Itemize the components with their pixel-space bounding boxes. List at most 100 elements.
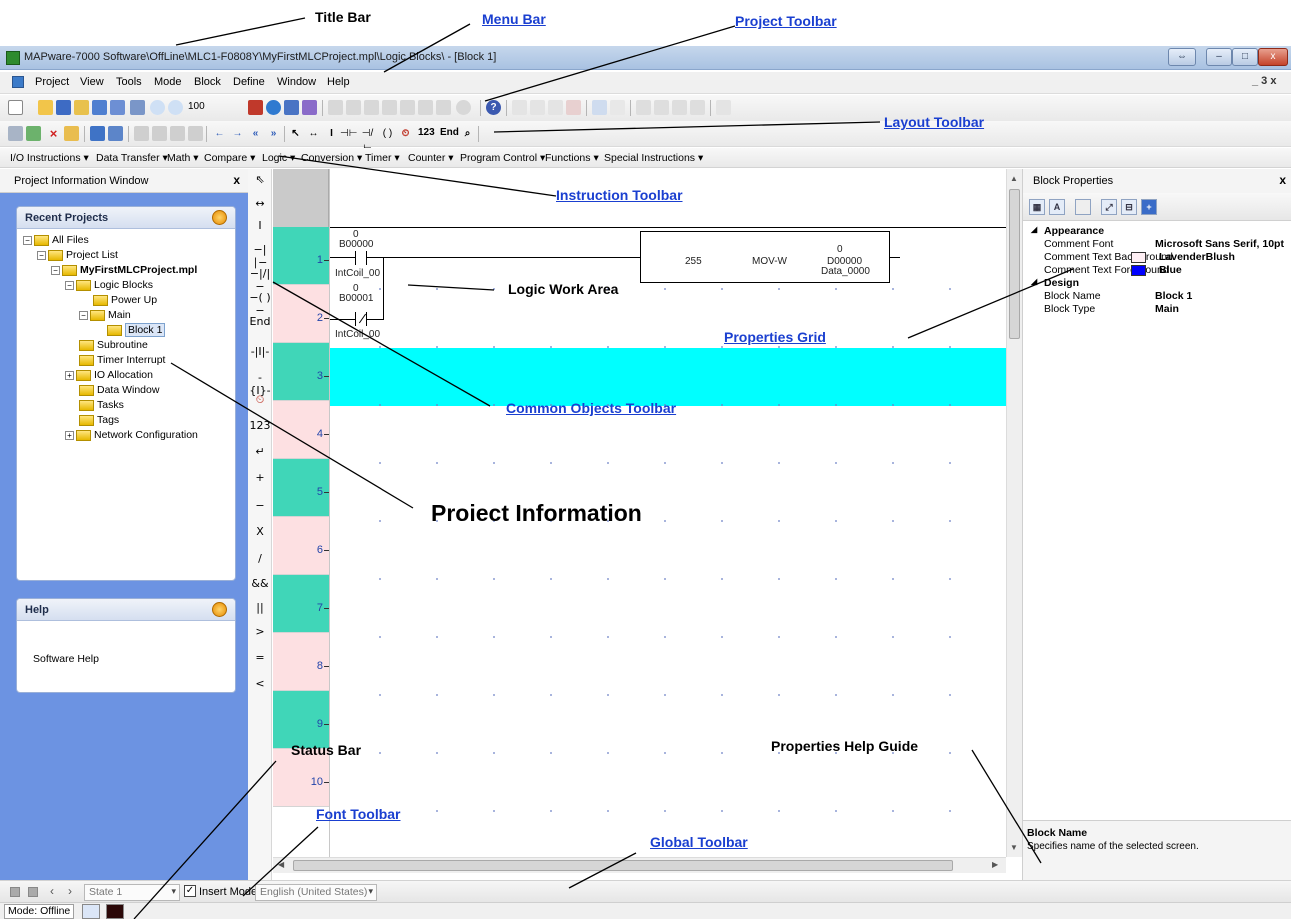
instr-special-instructions[interactable]: Special Instructions ▾ xyxy=(604,152,703,164)
disabled-tool-2-icon[interactable] xyxy=(152,126,167,141)
fill-icon[interactable] xyxy=(328,100,343,115)
common-object-tool[interactable]: I xyxy=(248,219,272,232)
monitor-icon[interactable] xyxy=(284,100,299,115)
disabled-tool-1-icon[interactable] xyxy=(134,126,149,141)
common-object-tool[interactable]: || xyxy=(248,601,272,614)
property-pages-icon[interactable] xyxy=(1075,199,1091,215)
tree-item[interactable]: Power Up xyxy=(93,294,157,308)
arrow-right-icon[interactable]: → xyxy=(230,126,245,141)
close-project-icon[interactable] xyxy=(74,100,89,115)
collapse-triangle-icon[interactable]: ◢ xyxy=(1031,277,1037,286)
horizontal-scrollbar[interactable]: ◀ ▶ xyxy=(273,857,1006,873)
instr-io-instructions[interactable]: I/O Instructions ▾ xyxy=(10,152,89,164)
scroll-right-icon[interactable]: ▶ xyxy=(992,860,998,869)
annotation-common-objects-toolbar[interactable]: Common Objects Toolbar xyxy=(506,400,676,416)
save-icon[interactable] xyxy=(56,100,71,115)
download-icon[interactable] xyxy=(92,100,107,115)
disabled-tool-3-icon[interactable] xyxy=(170,126,185,141)
tree-item[interactable]: Tasks xyxy=(79,399,124,413)
zoom-level[interactable]: 100 xyxy=(188,101,205,112)
end-tool[interactable]: End xyxy=(440,127,459,138)
help-icon[interactable]: ? xyxy=(486,100,501,115)
scroll-left-icon[interactable]: ◀ xyxy=(278,860,284,869)
common-object-tool[interactable]: End xyxy=(248,315,272,328)
pointer-icon[interactable] xyxy=(436,100,451,115)
common-object-tool[interactable]: ↔ xyxy=(248,197,272,210)
color-swatch[interactable] xyxy=(1131,252,1146,263)
property-value[interactable]: Blue xyxy=(1159,264,1182,276)
coil-icon[interactable]: ( ) xyxy=(380,126,395,141)
menu-block[interactable]: Block xyxy=(194,76,221,88)
maximize-button[interactable]: □ xyxy=(1232,48,1258,66)
collapse-tree-icon[interactable]: − xyxy=(65,280,74,290)
tree-item[interactable]: Subroutine xyxy=(79,339,148,353)
common-object-tool[interactable]: ⇖ xyxy=(248,173,272,186)
tree-item[interactable]: Block 1 xyxy=(107,323,166,338)
alphabetical-icon[interactable]: A xyxy=(1049,199,1065,215)
software-help-link[interactable]: Software Help xyxy=(33,653,99,665)
chart-icon[interactable] xyxy=(418,100,433,115)
categorized-icon[interactable]: ▦ xyxy=(1029,199,1045,215)
align-top-icon[interactable] xyxy=(690,100,705,115)
vertical-link-icon[interactable]: I xyxy=(324,126,339,141)
annotation-global-toolbar[interactable]: Global Toolbar xyxy=(650,834,748,850)
property-row[interactable]: Comment Font Microsoft Sans Serif, 10pt xyxy=(1023,238,1291,251)
tree-item[interactable]: Tags xyxy=(79,414,119,428)
rung-number-cell[interactable]: 6 xyxy=(273,517,329,575)
common-object-tool[interactable]: −|∣− xyxy=(248,243,272,269)
table-icon[interactable] xyxy=(400,100,415,115)
common-object-tool[interactable]: < xyxy=(248,677,272,690)
annotation-font-toolbar[interactable]: Font Toolbar xyxy=(316,806,401,822)
property-row[interactable]: Comment Text BackGround LavenderBlush xyxy=(1023,251,1291,264)
menu-help[interactable]: Help xyxy=(327,76,350,88)
common-object-tool[interactable]: −( )− xyxy=(248,291,272,317)
tree-item[interactable]: − Project List xyxy=(37,249,118,263)
collapse-tree-icon[interactable]: − xyxy=(23,235,32,245)
redo-icon[interactable] xyxy=(610,100,625,115)
tree-item[interactable]: Timer Interrupt xyxy=(79,354,165,368)
disabled-tool-4-icon[interactable] xyxy=(188,126,203,141)
rung-number-cell[interactable]: 1 xyxy=(273,227,329,285)
state-select[interactable]: State 1 ▾ xyxy=(84,884,180,901)
instr-compare[interactable]: Compare ▾ xyxy=(204,152,255,164)
double-right-icon[interactable]: » xyxy=(266,126,281,141)
menu-define[interactable]: Define xyxy=(233,76,265,88)
common-object-tool[interactable]: 123 xyxy=(248,419,272,432)
collapse-tree-icon[interactable]: − xyxy=(37,250,46,260)
mov-w-function-block[interactable]: 255 MOV-W 0 D00000 Data_0000 xyxy=(640,231,890,283)
common-object-tool[interactable]: = xyxy=(248,651,272,664)
cut-icon[interactable] xyxy=(512,100,527,115)
rung-number-cell[interactable]: 7 xyxy=(273,575,329,633)
download-device-icon[interactable] xyxy=(90,126,105,141)
delete-icon[interactable]: × xyxy=(46,126,61,141)
vertical-scrollbar[interactable]: ▲ ▼ xyxy=(1006,169,1022,857)
expand-icon[interactable]: + xyxy=(65,430,74,440)
tree-item[interactable]: − Main xyxy=(79,309,131,323)
global-tool-2-icon[interactable] xyxy=(28,887,38,897)
rung-number-cell[interactable]: 8 xyxy=(273,633,329,691)
annotation-layout-toolbar[interactable]: Layout Toolbar xyxy=(884,114,984,130)
annotation-project-toolbar[interactable]: Project Toolbar xyxy=(735,13,837,29)
compile-icon[interactable] xyxy=(248,100,263,115)
property-row[interactable]: Comment Text Foreground Blue xyxy=(1023,264,1291,277)
insert-mode-checkbox[interactable]: ✓ xyxy=(184,885,196,897)
double-left-icon[interactable]: « xyxy=(248,126,263,141)
zoom-in-icon[interactable] xyxy=(150,100,165,115)
instr-functions[interactable]: Functions ▾ xyxy=(545,152,599,164)
align-left-icon[interactable] xyxy=(636,100,651,115)
no-contact-icon[interactable]: ⊣⊢ xyxy=(340,126,357,141)
minimize-button[interactable]: – xyxy=(1206,48,1232,66)
common-object-tool[interactable]: -|I|- xyxy=(248,345,272,358)
annotation-properties-grid[interactable]: Properties Grid xyxy=(724,329,826,345)
open-folder-icon[interactable] xyxy=(38,100,53,115)
menu-view[interactable]: View xyxy=(80,76,104,88)
property-value[interactable]: Main xyxy=(1155,303,1179,315)
count-tool[interactable]: 123 xyxy=(418,127,435,138)
collapse-tree-icon[interactable]: − xyxy=(51,265,60,275)
sort-icon[interactable] xyxy=(716,100,731,115)
timer-icon[interactable]: ⏲ xyxy=(398,126,413,141)
collapse-triangle-icon[interactable]: ◢ xyxy=(1031,225,1037,234)
tree-item[interactable]: + Network Configuration xyxy=(65,429,198,443)
horizontal-link-icon[interactable]: ↔ xyxy=(306,126,321,141)
property-row[interactable]: Block Name Block 1 xyxy=(1023,290,1291,303)
